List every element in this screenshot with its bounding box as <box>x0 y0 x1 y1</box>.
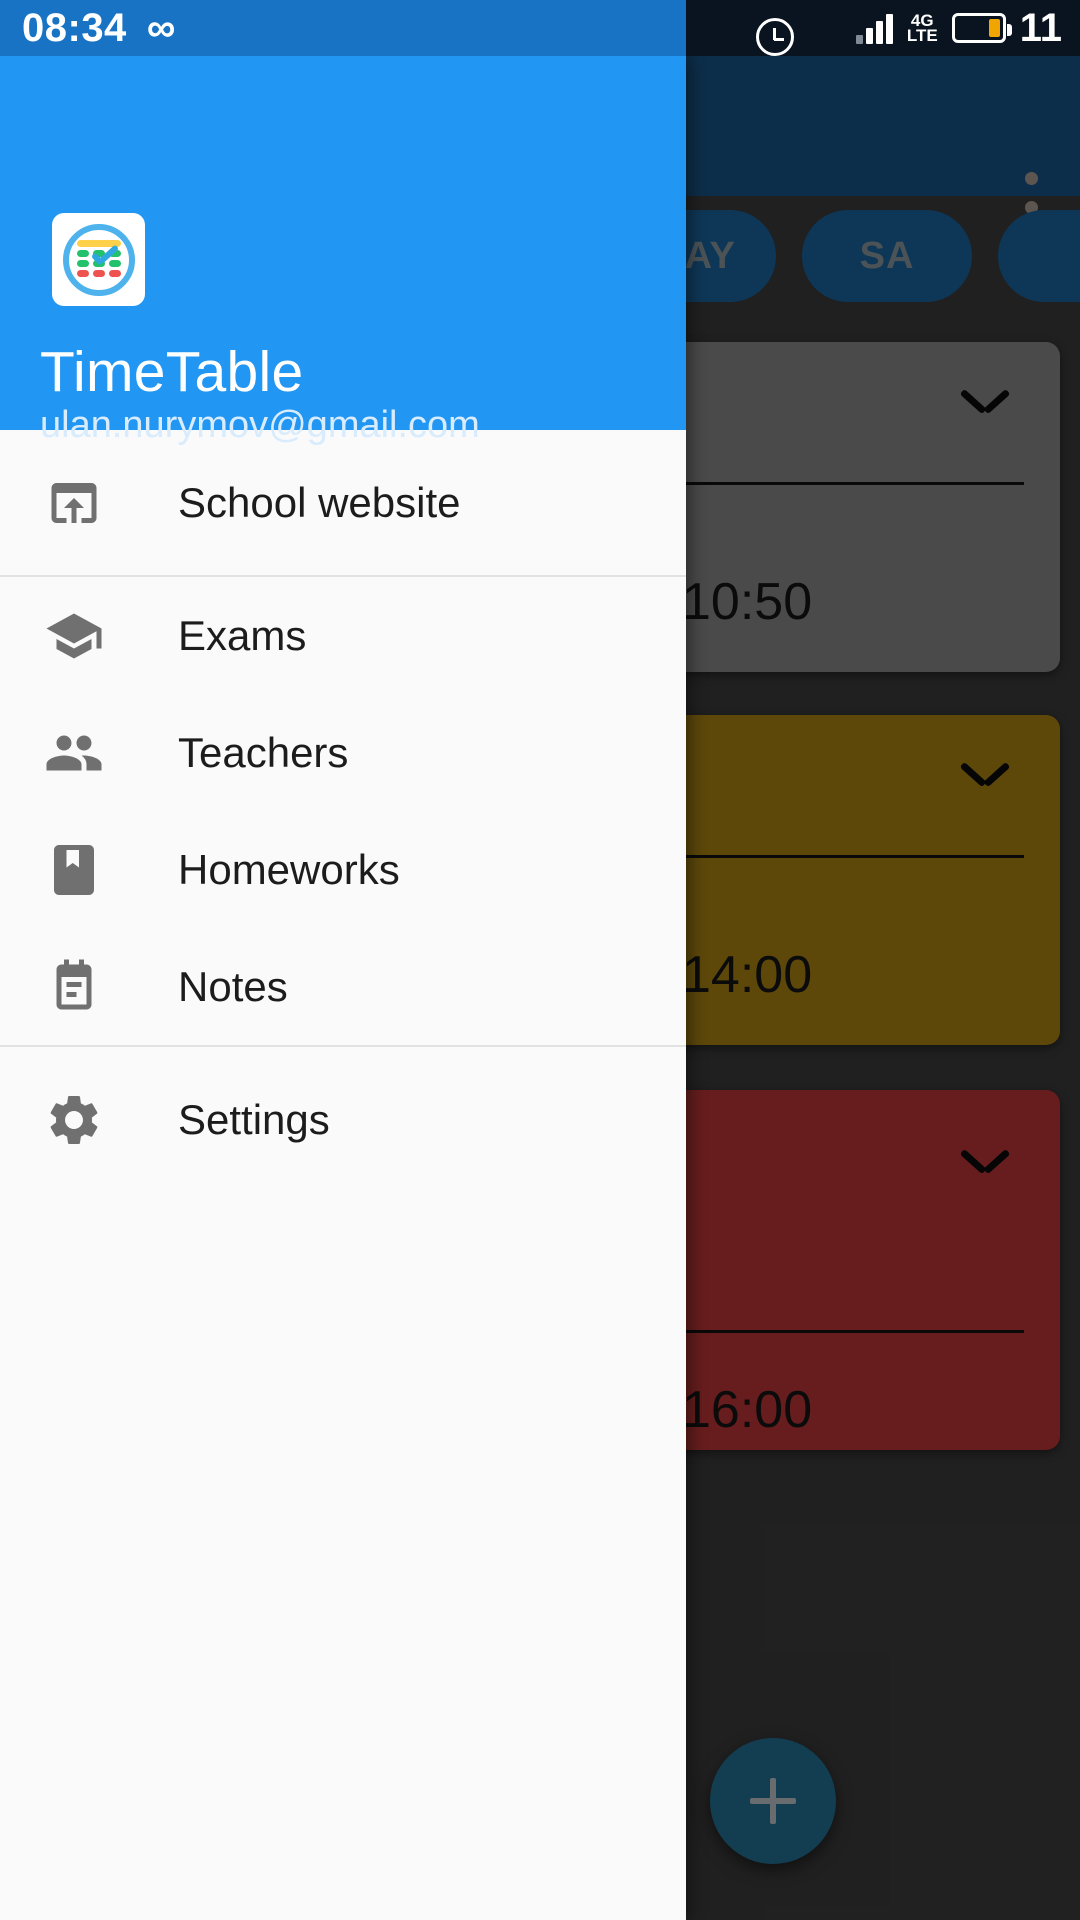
lesson-card[interactable]: 14:00 <box>630 715 1060 1045</box>
people-icon <box>40 719 108 787</box>
bookmark-book-icon <box>40 836 108 904</box>
sidebar-item-teachers[interactable]: Teachers <box>0 694 686 811</box>
infinity-icon: ∞ <box>146 6 176 50</box>
lesson-card[interactable]: F o' 16:00 <box>630 1090 1060 1450</box>
graduation-cap-icon <box>40 602 108 670</box>
day-tab-saturday[interactable]: SA <box>802 210 972 302</box>
lesson-card-time: 14:00 <box>682 946 813 1004</box>
add-lesson-fab[interactable] <box>710 1738 836 1864</box>
sidebar-item-label: Homeworks <box>178 845 400 893</box>
note-clipboard-icon <box>40 953 108 1021</box>
day-tab-label: SA <box>859 234 915 277</box>
plus-icon <box>750 1778 796 1824</box>
sidebar-item-exams[interactable]: Exams <box>0 577 686 694</box>
battery-icon <box>951 13 1012 43</box>
lesson-card[interactable]: 10:50 <box>630 342 1060 672</box>
open-in-browser-icon <box>40 469 108 537</box>
network-type-indicator: 4G LTE <box>906 12 938 45</box>
sidebar-item-label: Notes <box>178 962 288 1010</box>
app-name-label: TimeTable <box>40 340 304 404</box>
lesson-card-header: F o' <box>630 1090 1060 1253</box>
lesson-card-divider <box>652 482 1024 485</box>
drawer-group-links: School website <box>0 430 686 575</box>
battery-percent-label: 11 <box>1019 5 1062 50</box>
lesson-card-header <box>630 715 1060 835</box>
drawer-group-settings: Settings <box>0 1047 686 1192</box>
chevron-down-icon[interactable] <box>962 761 1008 787</box>
sidebar-item-label: Settings <box>178 1095 330 1143</box>
sidebar-item-homeworks[interactable]: Homeworks <box>0 811 686 928</box>
timetable-app-logo <box>52 213 145 306</box>
signal-bars-icon <box>855 12 893 44</box>
sidebar-item-school-website[interactable]: School website <box>0 430 686 575</box>
sidebar-item-settings[interactable]: Settings <box>0 1047 686 1192</box>
sidebar-item-notes[interactable]: Notes <box>0 928 686 1045</box>
sidebar-item-label: Exams <box>178 611 307 659</box>
navigation-drawer: TimeTable ulan.nurymov@gmail.com School … <box>0 56 686 1920</box>
screen-root: DAY SA 10:50 14:00 16:00 08:34 ∞ 4G LTE … <box>0 0 1080 1920</box>
status-bar-right: 4G LTE 11 <box>686 0 1080 56</box>
sidebar-item-label: Teachers <box>178 728 349 776</box>
lesson-card-divider <box>652 1330 1024 1333</box>
drawer-header: TimeTable ulan.nurymov@gmail.com <box>0 56 686 446</box>
chevron-down-icon[interactable] <box>962 388 1008 414</box>
chevron-down-icon[interactable] <box>962 1148 1008 1174</box>
day-tab-next[interactable] <box>998 210 1080 302</box>
gear-icon <box>40 1086 108 1154</box>
drawer-group-school: Exams Teachers Homeworks Notes <box>0 577 686 1045</box>
lesson-card-divider <box>652 855 1024 858</box>
sidebar-item-label: School website <box>178 478 461 526</box>
status-bar-clock: 08:34 <box>22 5 127 50</box>
lesson-card-time: 10:50 <box>682 573 813 631</box>
drawer-empty-space <box>0 1192 686 1920</box>
status-bar-left: 08:34 ∞ <box>0 0 686 56</box>
lesson-card-time: 16:00 <box>682 1381 813 1439</box>
network-standard-label: LTE <box>906 26 938 45</box>
lesson-card-header <box>630 342 1060 462</box>
